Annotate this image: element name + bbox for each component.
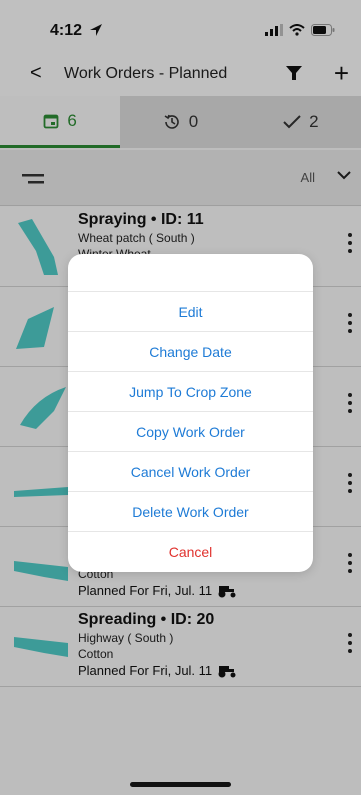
copy-work-order-button[interactable]: Copy Work Order [68,412,313,452]
cancel-work-order-button[interactable]: Cancel Work Order [68,452,313,492]
delete-work-order-button[interactable]: Delete Work Order [68,492,313,532]
action-sheet-header [68,254,313,292]
action-sheet: Edit Change Date Jump To Crop Zone Copy … [68,254,313,572]
cancel-button[interactable]: Cancel [68,532,313,572]
phone-screen: 4:12 < Work Orders - Planned + 6 0 2 All… [0,0,361,795]
edit-button[interactable]: Edit [68,292,313,332]
change-date-button[interactable]: Change Date [68,332,313,372]
home-indicator[interactable] [130,782,231,787]
jump-to-crop-zone-button[interactable]: Jump To Crop Zone [68,372,313,412]
